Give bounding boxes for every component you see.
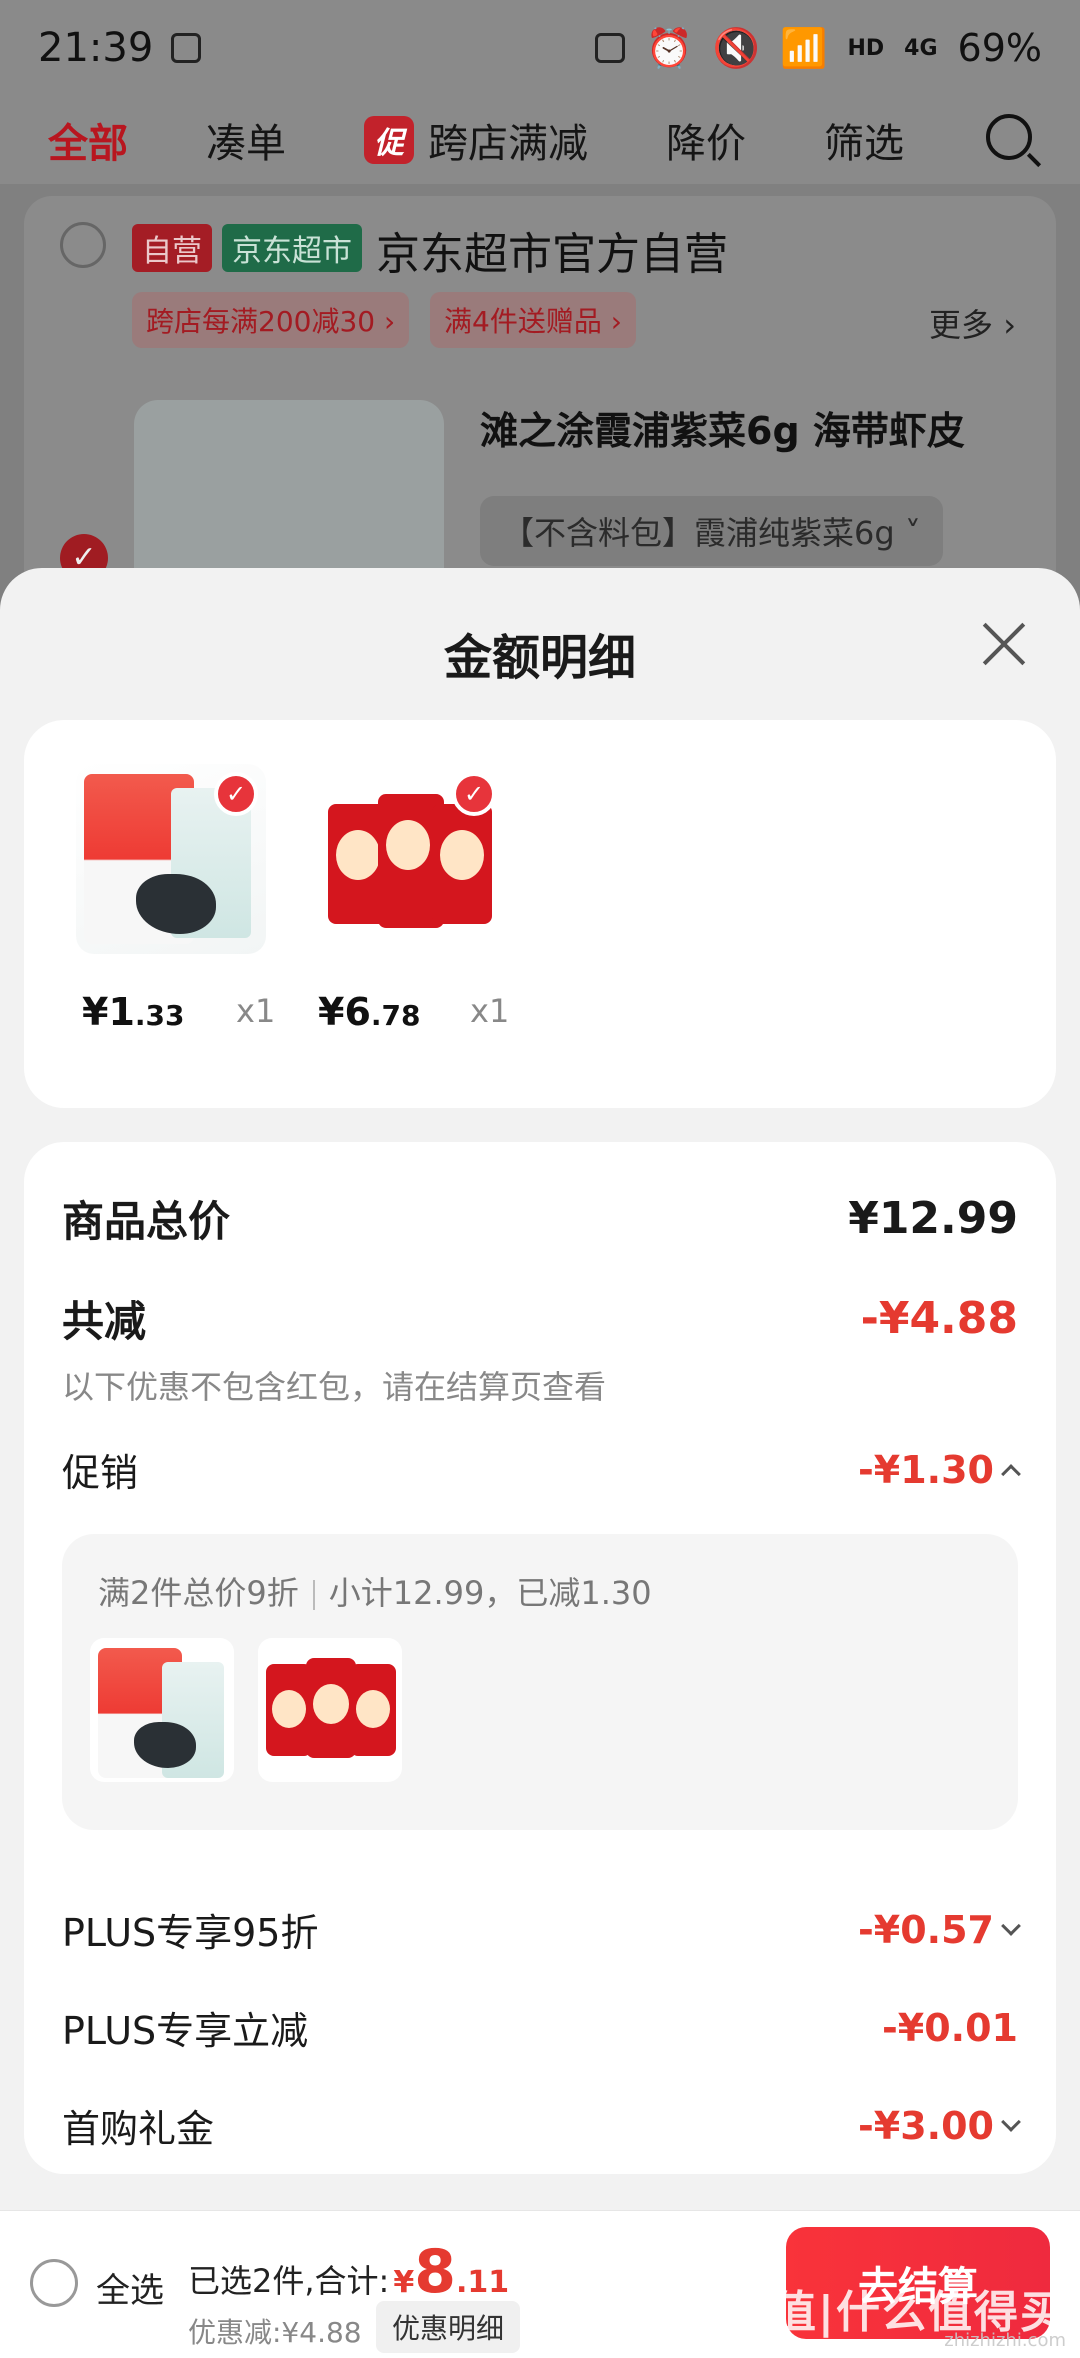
tab-filter[interactable]: 筛选 — [824, 111, 904, 169]
first-buy-label: 首购礼金 — [62, 2107, 215, 2151]
chevron-down-icon — [1001, 1915, 1021, 1936]
product-title[interactable]: 滩之涂霞浦紫菜6g 海带虾皮 — [480, 400, 965, 455]
tab-all[interactable]: 全部 — [48, 111, 128, 169]
check-icon: ✓ — [452, 772, 496, 816]
seaweed-product-image: ✓ — [76, 764, 266, 954]
item-qty-drink: x1 — [470, 992, 510, 1030]
total-summary: 已选2件,合计: ¥8.11 — [188, 2237, 510, 2307]
drink-product-image: ✓ — [314, 764, 504, 954]
reduce-total-value: -¥4.88 — [860, 1293, 1018, 1344]
watermark-url: zhizhizhi.com — [944, 2330, 1066, 2351]
item-seaweed[interactable]: ✓ — [76, 764, 276, 954]
amount-breakdown-card: 商品总价 ¥12.99 共减 -¥4.88 以下优惠不包含红包，请在结算页查看 … — [24, 1142, 1056, 2174]
product-spec-selector[interactable]: 【不含料包】霞浦纯紫菜6g ˅ — [480, 496, 943, 566]
goods-total-row: 商品总价 ¥12.99 — [62, 1188, 1018, 1249]
sheet-title: 金额明细 — [443, 630, 636, 686]
tab-bundle[interactable]: 凑单 — [206, 111, 286, 169]
promo-label: 促销 — [62, 1451, 139, 1495]
reduce-total-label: 共减 — [62, 1297, 147, 1346]
promo-rule: 满2件总价9折 小计12.99，已减1.30 — [98, 1574, 652, 1612]
check-icon: ✓ — [214, 772, 258, 816]
tab-cross-store-label: 跨店满减 — [428, 121, 588, 167]
jd-market-tag: 京东超市 — [222, 224, 362, 272]
battery-level: 69% — [957, 26, 1042, 70]
promo-badge-icon: 促 — [364, 116, 414, 164]
first-buy-row[interactable]: 首购礼金 -¥3.00 — [62, 2098, 1021, 2153]
promo-detail-box: 满2件总价9折 小计12.99，已减1.30 — [62, 1534, 1018, 1830]
gallery-icon — [171, 33, 202, 63]
select-all-label[interactable]: 全选 — [96, 2263, 164, 2312]
goods-total-value: ¥12.99 — [848, 1193, 1018, 1244]
self-operated-tag: 自营 — [132, 224, 212, 272]
store-select-radio[interactable] — [60, 222, 106, 268]
more-link[interactable]: 更多 › — [929, 300, 1016, 346]
tab-price-drop[interactable]: 降价 — [666, 111, 746, 169]
alarm-icon: ⏰ — [645, 25, 693, 70]
discount-detail-button[interactable]: 优惠明细 — [376, 2301, 521, 2353]
promo-item-seaweed-image — [90, 1638, 234, 1782]
promo-amount: -¥1.30 — [858, 1448, 1021, 1492]
signal-label: 4G — [904, 35, 938, 61]
chevron-down-icon — [1001, 2111, 1021, 2132]
promo-chip-cross-store[interactable]: 跨店每满200减30 › — [132, 292, 410, 348]
first-buy-amount: -¥3.00 — [858, 2104, 1021, 2148]
cart-tabbar: 全部 凑单 促 跨店满减 降价 筛选 — [0, 96, 1080, 184]
wifi-icon: 📶 — [780, 25, 828, 70]
status-bar: 21:39 ⏰ 🔇 📶 HD 4G 69% — [0, 0, 1080, 96]
store-name[interactable]: 京东超市官方自营 — [376, 218, 728, 282]
item-drink[interactable]: ✓ — [314, 764, 514, 954]
plus95-amount: -¥0.57 — [858, 1908, 1021, 1952]
chevron-up-icon — [1001, 1463, 1021, 1484]
amount-detail-sheet: 金额明细 ✓ ¥1.33 x1 ✓ ¥6.78 x1 商品总价 ¥12.99 共… — [0, 568, 1080, 2358]
plus-cut-amount: -¥0.01 — [882, 2005, 1018, 2050]
promo-chip-gift[interactable]: 满4件送赠品 › — [430, 292, 636, 348]
tab-cross-store[interactable]: 促 跨店满减 — [364, 111, 588, 169]
selected-items-card: ✓ ¥1.33 x1 ✓ ¥6.78 x1 — [24, 720, 1056, 1108]
select-all-radio[interactable] — [30, 2259, 78, 2307]
item-price-drink: ¥6.78 — [318, 990, 421, 1034]
battery-saver-icon — [595, 33, 626, 63]
promo-item-drink-image — [258, 1638, 402, 1782]
item-qty-seaweed: x1 — [236, 992, 276, 1030]
plus95-label: PLUS专享95折 — [62, 1911, 319, 1955]
item-price-seaweed: ¥1.33 — [82, 990, 185, 1034]
mute-icon: 🔇 — [712, 25, 761, 70]
saved-amount: 优惠减:¥4.88 — [188, 2316, 362, 2349]
plus-cut-label: PLUS专享立减 — [62, 2009, 309, 2053]
promo-row[interactable]: 促销 -¥1.30 — [62, 1442, 1021, 1497]
reduce-note: 以下优惠不包含红包，请在结算页查看 — [62, 1368, 607, 1406]
goods-total-label: 商品总价 — [62, 1197, 231, 1246]
hd-label: HD — [847, 35, 885, 61]
close-icon[interactable] — [976, 616, 1032, 672]
status-time: 21:39 — [38, 25, 154, 71]
search-icon[interactable] — [986, 114, 1032, 160]
plus95-row[interactable]: PLUS专享95折 -¥0.57 — [62, 1902, 1021, 1957]
reduce-total-row: 共减 -¥4.88 — [62, 1288, 1018, 1349]
plus-cut-row: PLUS专享立减 -¥0.01 — [62, 2000, 1018, 2055]
